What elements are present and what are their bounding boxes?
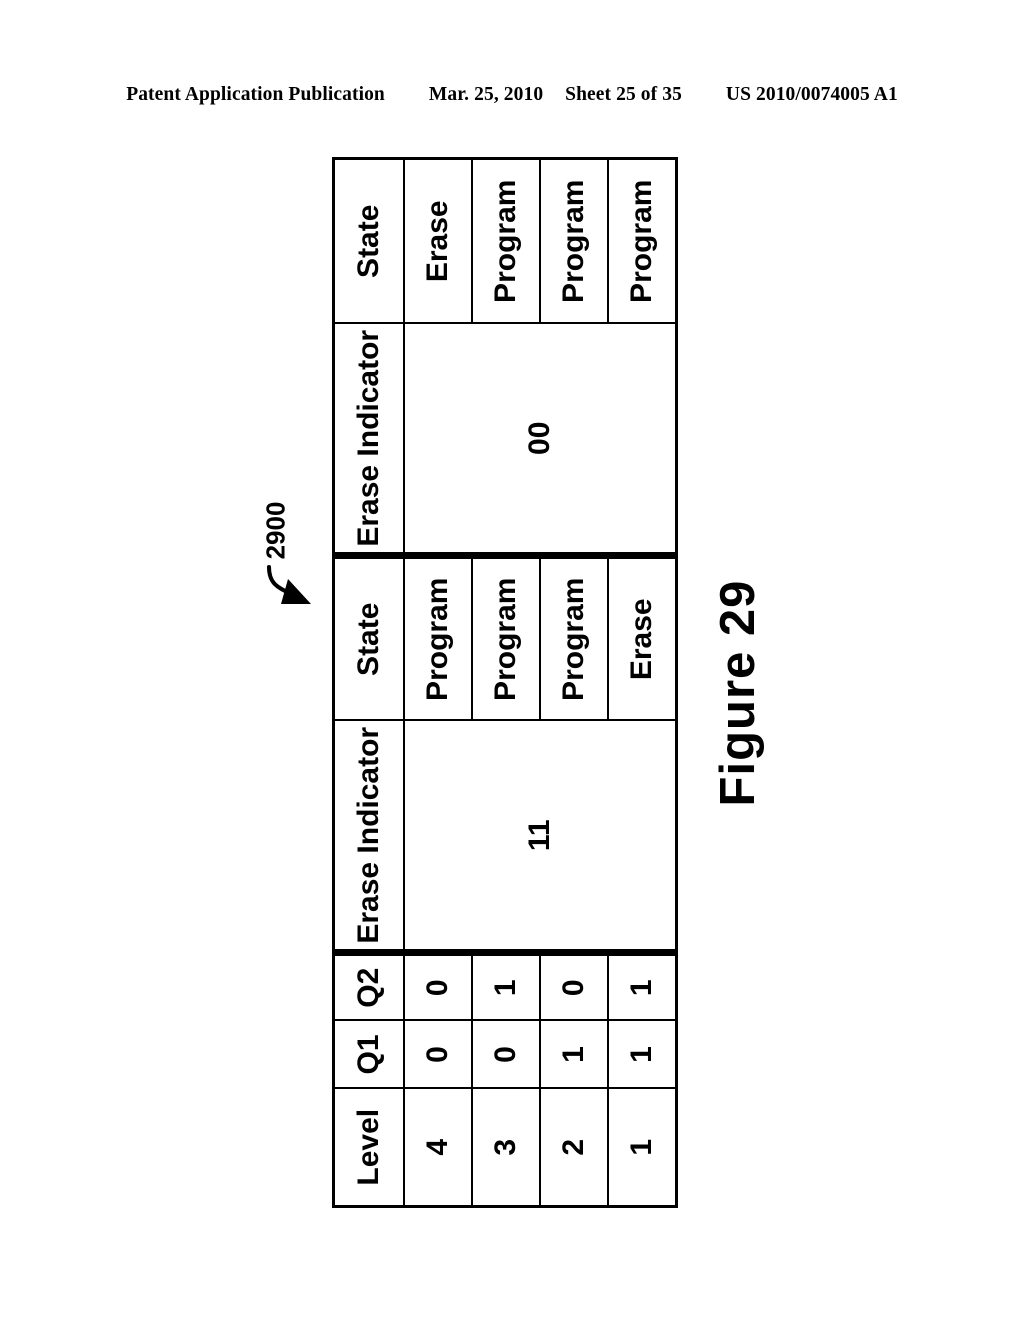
reference-leader-line xyxy=(267,565,311,604)
cell-state-a: Erase xyxy=(607,555,676,720)
cell-q2: 1 xyxy=(471,952,540,1020)
header-state-a: State xyxy=(333,555,404,720)
cell-q2: 1 xyxy=(607,952,676,1020)
header-level: Level xyxy=(333,1088,404,1206)
header-state-b: State xyxy=(333,158,404,323)
erase-indicator-state-table: Level Q1 Q2 Erase Indicator State Erase … xyxy=(331,156,678,1208)
cell-erase-indicator-b: 00 xyxy=(403,323,676,555)
cell-level: 3 xyxy=(471,1088,540,1206)
cell-state-b: Program xyxy=(607,158,676,323)
header-q1: Q1 xyxy=(333,1020,404,1088)
cell-q2: 0 xyxy=(403,952,472,1020)
arrowhead-icon xyxy=(281,579,311,604)
cell-state-a: Program xyxy=(539,555,608,720)
reference-numeral-2900: 2900 xyxy=(233,502,343,625)
header-erase-indicator-b: Erase Indicator xyxy=(333,323,404,555)
cell-state-b: Program xyxy=(471,158,540,323)
table-header-row: Level Q1 Q2 Erase Indicator State Erase … xyxy=(333,158,404,1206)
table-row: 2 1 0 Program Program xyxy=(539,158,608,1206)
cell-level: 2 xyxy=(539,1088,608,1206)
table-row: 1 1 1 Erase Program xyxy=(607,158,676,1206)
table-row: 4 0 0 11 Program 00 Erase xyxy=(403,158,676,1206)
cell-q1: 1 xyxy=(607,1020,676,1088)
cell-q1: 0 xyxy=(403,1020,472,1088)
header-erase-indicator-a: Erase Indicator xyxy=(333,720,404,952)
cell-state-a: Program xyxy=(471,555,540,720)
cell-level: 4 xyxy=(403,1088,472,1206)
cell-q1: 1 xyxy=(539,1020,608,1088)
cell-state-a: Program xyxy=(403,555,472,720)
cell-state-b: Erase xyxy=(403,158,472,323)
cell-state-b: Program xyxy=(539,158,608,323)
table-row: 3 0 1 Program Program xyxy=(471,158,540,1206)
cell-level: 1 xyxy=(607,1088,676,1206)
cell-q2: 0 xyxy=(539,952,608,1020)
cell-erase-indicator-a: 11 xyxy=(403,720,676,952)
cell-q1: 0 xyxy=(471,1020,540,1088)
header-q2: Q2 xyxy=(333,952,404,1020)
figure-table-wrapper: Level Q1 Q2 Erase Indicator State Erase … xyxy=(331,156,678,1208)
figure-caption: Figure 29 xyxy=(711,579,765,807)
drawing-stage: 2900 Level Q1 Q2 Erase Indicator State E… xyxy=(0,0,1024,1320)
